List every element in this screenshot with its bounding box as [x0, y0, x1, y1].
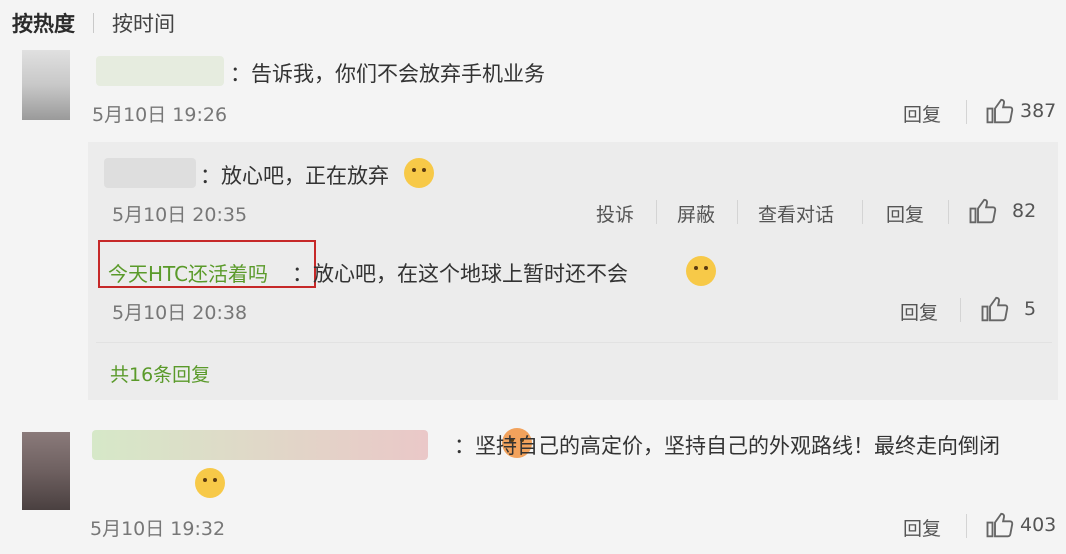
comment-text: ：坚持自己的高定价，坚持自己的外观路线！最终走向倒闭 — [454, 434, 1000, 458]
reply-time: 5月10日 20:38 — [112, 302, 248, 324]
emoji-icon — [404, 158, 434, 188]
sort-tabs: 按热度 按时间 — [12, 8, 175, 38]
report-button[interactable]: 投诉 — [596, 200, 634, 227]
thumbs-up-icon[interactable] — [985, 96, 1015, 126]
comment-time: 5月10日 19:32 — [90, 518, 226, 540]
avatar[interactable] — [22, 432, 70, 510]
divider — [656, 200, 657, 224]
comment-text: ：告诉我，你们不会放弃手机业务 — [230, 62, 545, 86]
emoji-icon — [195, 468, 226, 498]
reply-username[interactable]: 今天HTC还活着吗 — [108, 258, 268, 287]
like-count: 387 — [1020, 100, 1057, 122]
block-button[interactable]: 屏蔽 — [677, 200, 715, 227]
avatar[interactable] — [22, 50, 70, 120]
tab-divider — [93, 13, 94, 33]
view-conversation-button[interactable]: 查看对话 — [758, 200, 834, 227]
like-count: 403 — [1020, 514, 1057, 536]
reply-time: 5月10日 20:35 — [112, 204, 248, 226]
divider — [948, 200, 949, 224]
like-count: 5 — [1024, 298, 1037, 320]
thumbs-up-icon[interactable] — [985, 510, 1015, 540]
thumbs-up-icon[interactable] — [980, 294, 1010, 324]
reply-button[interactable]: 回复 — [886, 200, 924, 227]
comment-time: 5月10日 19:26 — [92, 104, 228, 126]
divider — [966, 514, 967, 538]
username-blurred[interactable] — [96, 56, 224, 86]
reply-text: ：放心吧，在这个地球上暂时还不会 — [292, 262, 628, 286]
reply-button[interactable]: 回复 — [900, 298, 938, 325]
divider — [862, 200, 863, 224]
divider — [737, 200, 738, 224]
username-blurred[interactable] — [92, 430, 428, 460]
divider — [96, 342, 1052, 343]
username-blurred[interactable] — [104, 158, 196, 188]
more-replies-link[interactable]: 共16条回复 — [110, 360, 210, 387]
divider — [960, 298, 961, 322]
thumbs-up-icon[interactable] — [968, 196, 998, 226]
emoji-icon — [686, 256, 717, 286]
like-count: 82 — [1012, 200, 1037, 222]
tab-by-hot[interactable]: 按热度 — [12, 8, 75, 38]
reply-button[interactable]: 回复 — [903, 514, 941, 541]
reply-text: ：放心吧，正在放弃 — [200, 164, 389, 188]
reply-button[interactable]: 回复 — [903, 100, 941, 127]
divider — [966, 100, 967, 124]
tab-by-time[interactable]: 按时间 — [112, 8, 175, 38]
